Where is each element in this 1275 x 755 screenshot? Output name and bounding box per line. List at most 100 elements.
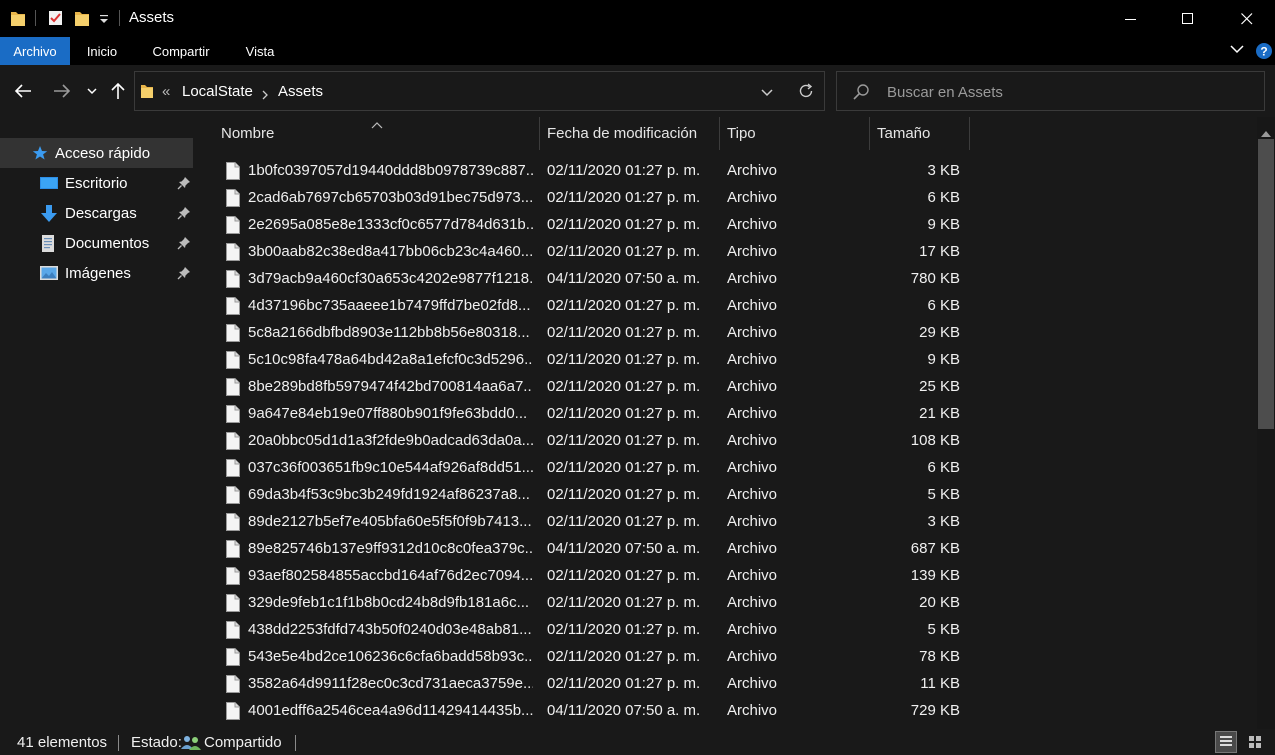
file-type: Archivo — [727, 540, 778, 557]
large-icons-view-button[interactable] — [1245, 732, 1265, 752]
expand-ribbon-icon[interactable] — [1229, 41, 1245, 57]
new-folder-icon[interactable] — [74, 9, 90, 27]
breadcrumb-localstate[interactable]: LocalState — [182, 83, 253, 100]
file-size: 139 KB — [910, 567, 960, 584]
table-row[interactable]: 89de2127b5ef7e405bfa60e5f5f0f9b7413... 02… — [197, 508, 1257, 535]
table-row[interactable]: 1b0fc0397057d19440ddd8b0978739c887... 02/… — [197, 157, 1257, 184]
star-icon — [32, 145, 50, 161]
file-name: 2e2695a085e8e1333cf0c6577d784d631b... — [248, 216, 533, 233]
sidebar-item-downloads[interactable]: Descargas — [0, 198, 197, 228]
help-icon[interactable]: ? — [1255, 42, 1273, 60]
minimize-icon — [1125, 18, 1136, 20]
file-size: 9 KB — [927, 351, 960, 368]
sidebar-item-quick-access[interactable]: Acceso rápido — [0, 138, 193, 168]
table-row[interactable]: 93aef802584855accbd164af76d2ec7094... 02/… — [197, 562, 1257, 589]
file-icon — [226, 486, 240, 507]
document-icon — [40, 235, 58, 252]
chevron-right-icon[interactable] — [261, 87, 269, 103]
ribbon-tabs: Archivo Inicio Compartir Vista ? — [0, 37, 1275, 65]
column-header-type[interactable]: Tipo — [727, 117, 867, 150]
file-icon — [226, 567, 240, 588]
column-header-size[interactable]: Tamaño — [877, 117, 967, 150]
title-bar: Assets — [0, 0, 1275, 37]
table-row[interactable]: 5c8a2166dbfbd8903e112bb8b56e80318... 02/1… — [197, 319, 1257, 346]
tab-compartir[interactable]: Compartir — [140, 37, 222, 65]
file-size: 21 KB — [919, 405, 960, 422]
table-row[interactable]: 438dd2253fdfd743b50f0240d03e48ab81... 02/… — [197, 616, 1257, 643]
table-row[interactable]: 3d79acb9a460cf30a653c4202e9877f1218... 04… — [197, 265, 1257, 292]
file-name: 1b0fc0397057d19440ddd8b0978739c887... — [248, 162, 533, 179]
table-row[interactable]: 4d37196bc735aaeee1b7479ffd7be02fd8... 02/… — [197, 292, 1257, 319]
minimize-button[interactable] — [1104, 0, 1158, 37]
sidebar-item-desktop[interactable]: Escritorio — [0, 168, 197, 198]
forward-button[interactable] — [50, 79, 74, 103]
file-icon — [226, 648, 240, 669]
table-row[interactable]: 2e2695a085e8e1333cf0c6577d784d631b... 02/… — [197, 211, 1257, 238]
table-row[interactable]: 3b00aab82c38ed8a417bb06cb23c4a460... 02/1… — [197, 238, 1257, 265]
scroll-up-icon[interactable] — [1261, 124, 1271, 140]
file-icon — [226, 351, 240, 372]
table-row[interactable]: 5c10c98fa478a64bd42a8a1efcf0c3d5296... 02… — [197, 346, 1257, 373]
column-header-name[interactable]: Nombre — [221, 117, 537, 150]
file-date: 02/11/2020 01:27 p. m. — [547, 513, 701, 530]
file-type: Archivo — [727, 648, 778, 665]
table-row[interactable]: 89e825746b137e9ff9312d10c8c0fea379c... 04… — [197, 535, 1257, 562]
search-box[interactable] — [836, 71, 1265, 111]
table-row[interactable]: 543e5e4bd2ce106236c6cfa6badd58b93c... 02/… — [197, 643, 1257, 670]
search-input[interactable] — [887, 81, 1247, 103]
table-row[interactable]: 9a647e84eb19e07ff880b901f9fe63bdd0... 02/… — [197, 400, 1257, 427]
item-count: 41 elementos — [17, 734, 108, 751]
status-bar: 41 elementos Estado: Compartido — [0, 729, 1275, 755]
file-icon — [226, 405, 240, 426]
pin-icon[interactable] — [177, 176, 191, 193]
table-row[interactable]: 037c36f003651fb9c10e544af926af8dd51... 02… — [197, 454, 1257, 481]
table-row[interactable]: 3582a64d9911f28ec0c3cd731aeca3759e... 02/… — [197, 670, 1257, 697]
pin-icon[interactable] — [177, 206, 191, 223]
table-row[interactable]: 8be289bd8fb5979474f42bd700814aa6a7... 02/… — [197, 373, 1257, 400]
sidebar-item-documents[interactable]: Documentos — [0, 228, 197, 258]
table-row[interactable]: 2cad6ab7697cb65703b03d91bec75d973... 02/1… — [197, 184, 1257, 211]
up-button[interactable] — [106, 79, 130, 103]
pin-icon[interactable] — [177, 236, 191, 253]
maximize-button[interactable] — [1161, 0, 1215, 37]
table-row[interactable]: 4001edff6a2546cea4a96d11429414435b... 04/… — [197, 697, 1257, 724]
pin-icon[interactable] — [177, 266, 191, 283]
breadcrumb-assets[interactable]: Assets — [278, 83, 323, 100]
table-row[interactable]: 69da3b4f53c9bc3b249fd1924af86237a8... 02/… — [197, 481, 1257, 508]
sidebar-item-pictures[interactable]: Imágenes — [0, 258, 197, 288]
file-date: 02/11/2020 01:27 p. m. — [547, 675, 701, 692]
tab-vista[interactable]: Vista — [232, 37, 288, 65]
table-row[interactable]: 329de9feb1c1f1b8b0cd24b8d9fb181a6c... 02/… — [197, 589, 1257, 616]
address-bar[interactable]: « LocalState Assets — [134, 71, 825, 111]
file-name: 4d37196bc735aaeee1b7479ffd7be02fd8... — [248, 297, 531, 314]
vertical-scrollbar[interactable] — [1257, 117, 1275, 729]
customize-toolbar-icon[interactable] — [98, 13, 110, 25]
chevron-down-icon — [87, 88, 97, 95]
scrollbar-thumb[interactable] — [1258, 139, 1274, 429]
address-toolbar: « LocalState Assets — [0, 65, 1275, 117]
close-button[interactable] — [1220, 0, 1274, 37]
details-view-button[interactable] — [1215, 731, 1237, 753]
column-header-date[interactable]: Fecha de modificación — [547, 117, 719, 150]
file-icon — [226, 243, 240, 264]
pictures-icon — [40, 265, 58, 281]
tab-archivo[interactable]: Archivo — [0, 37, 70, 65]
breadcrumb-overflow[interactable]: « — [162, 83, 170, 100]
file-name: 89e825746b137e9ff9312d10c8c0fea379c... — [248, 540, 533, 557]
back-button[interactable] — [11, 79, 35, 103]
file-date: 02/11/2020 01:27 p. m. — [547, 405, 701, 422]
file-name: 4001edff6a2546cea4a96d11429414435b... — [248, 702, 533, 719]
properties-icon[interactable] — [47, 9, 65, 27]
table-row[interactable]: 20a0bbc05d1d1a3f2fde9b0adcad63da0a... 02/… — [197, 427, 1257, 454]
tab-inicio[interactable]: Inicio — [74, 37, 130, 65]
file-name: 5c10c98fa478a64bd42a8a1efcf0c3d5296... — [248, 351, 533, 368]
file-icon — [226, 540, 240, 561]
file-name: 3d79acb9a460cf30a653c4202e9877f1218... — [248, 270, 533, 287]
large-icons-view-icon — [1249, 736, 1261, 748]
file-name: 438dd2253fdfd743b50f0240d03e48ab81... — [248, 621, 532, 638]
address-history-chevron-icon[interactable] — [760, 86, 774, 102]
refresh-icon[interactable] — [797, 82, 815, 103]
file-icon — [226, 270, 240, 291]
file-name: 329de9feb1c1f1b8b0cd24b8d9fb181a6c... — [248, 594, 530, 611]
recent-locations-button[interactable] — [81, 79, 103, 103]
